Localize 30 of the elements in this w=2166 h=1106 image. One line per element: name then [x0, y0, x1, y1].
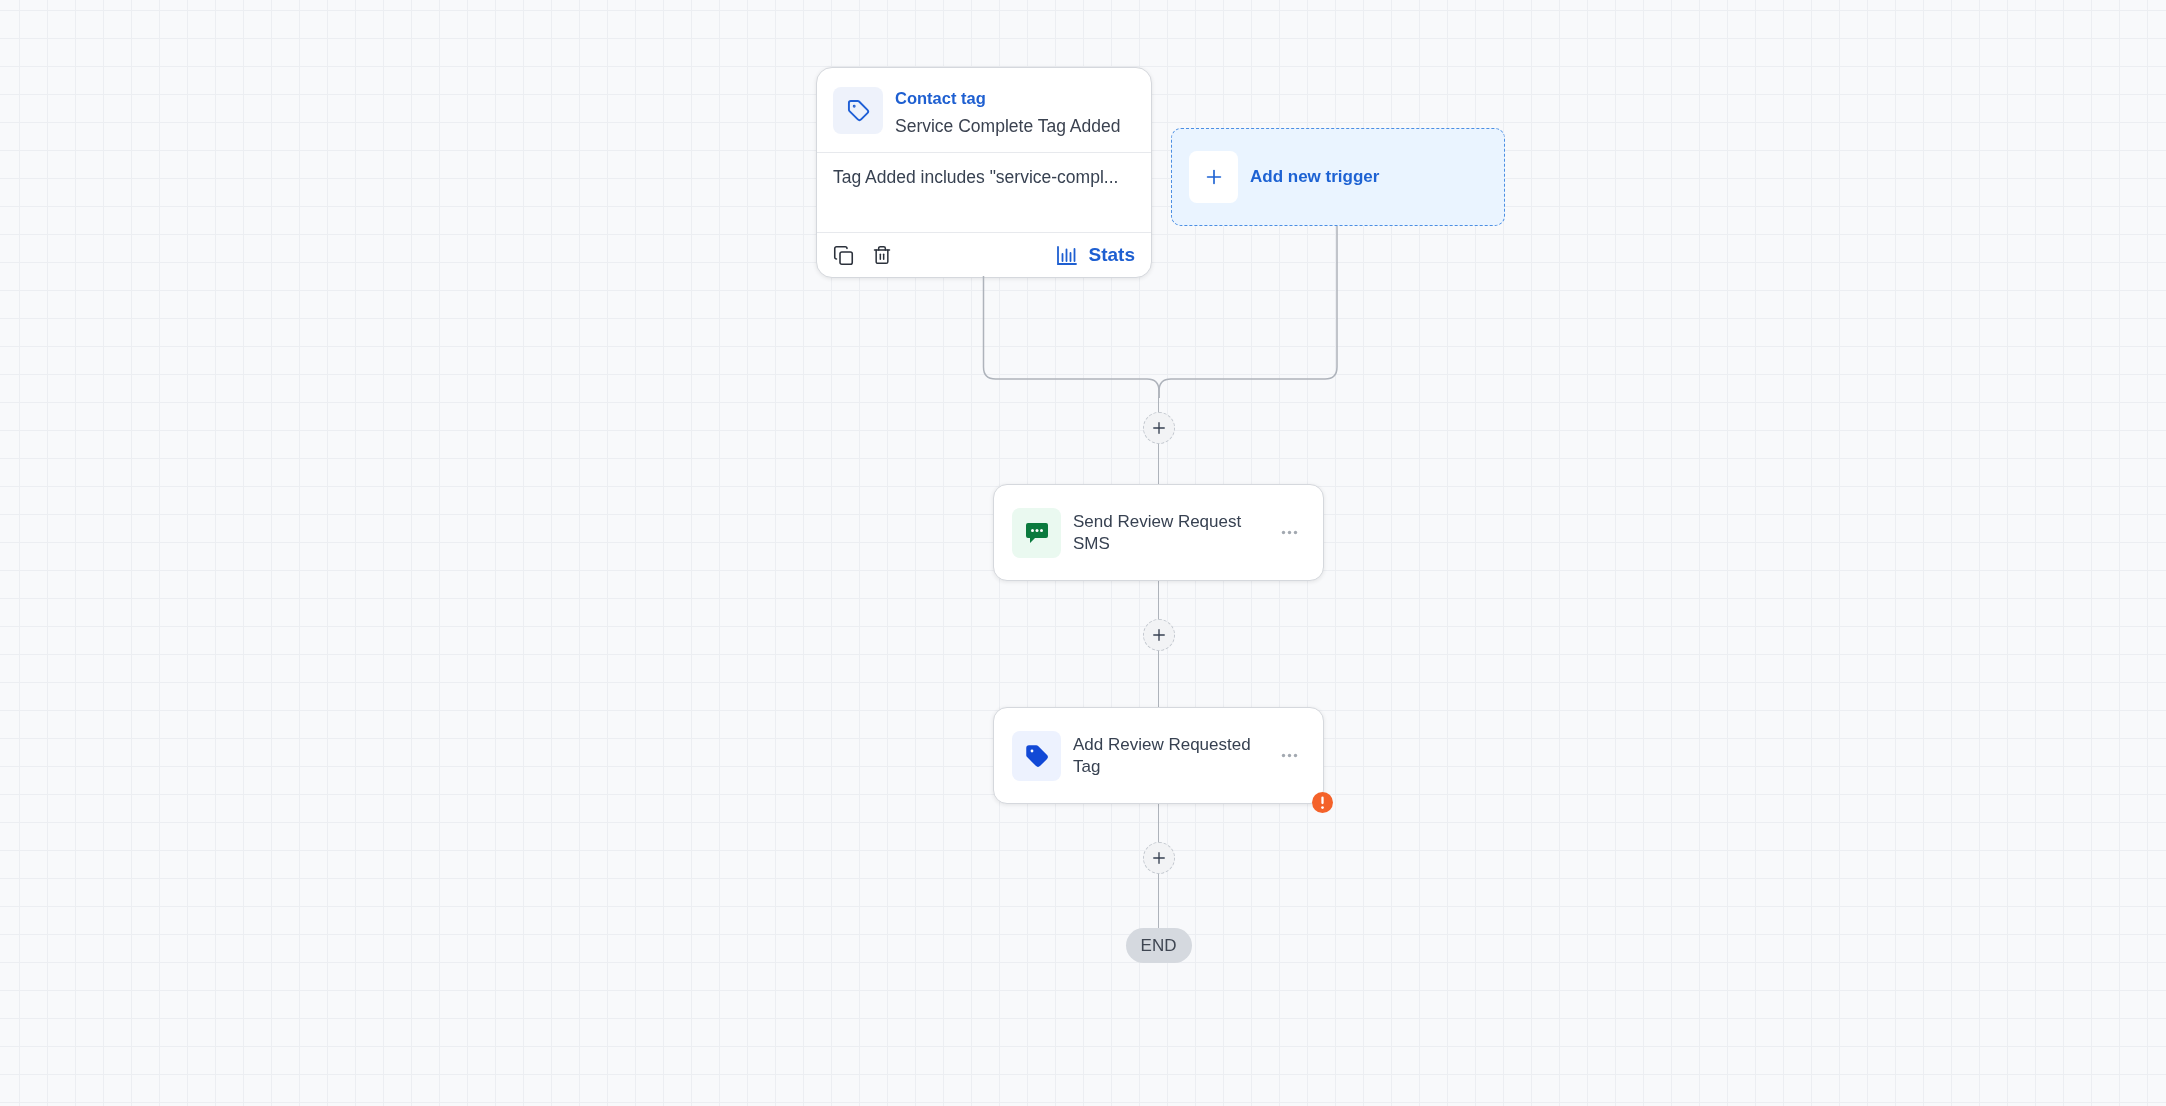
action-node[interactable]: Send Review Request SMS: [993, 484, 1324, 581]
connector-line: [1157, 874, 1160, 928]
tag-icon: [833, 87, 883, 134]
tag-icon: [1012, 730, 1061, 781]
add-step-button[interactable]: [1142, 412, 1175, 444]
condition-text: Tag Added includes "service-compl...: [833, 167, 1119, 187]
copy-icon: [833, 244, 854, 266]
connector-line: [1157, 651, 1160, 707]
action-title: Add Review Requested Tag: [1073, 733, 1252, 778]
delete-button[interactable]: [872, 245, 892, 265]
add-step-button[interactable]: [1142, 619, 1175, 651]
stats-button[interactable]: Stats: [1056, 243, 1135, 267]
trigger-subtitle: Service Complete Tag Added: [895, 115, 1121, 137]
connector-line: [1157, 581, 1160, 619]
more-icon: [1280, 530, 1298, 535]
plus-icon: [1189, 151, 1238, 203]
more-icon: [1280, 753, 1298, 758]
connector-line: [1157, 804, 1160, 842]
bar-chart-icon: [1056, 245, 1077, 265]
end-marker: END: [1125, 928, 1192, 963]
add-step-button[interactable]: [1142, 842, 1175, 874]
chat-bubble-icon: [1012, 507, 1061, 558]
copy-button[interactable]: [833, 244, 854, 266]
trash-icon: [872, 245, 892, 265]
trigger-title: Contact tag: [895, 88, 987, 108]
action-title: Send Review Request SMS: [1073, 510, 1243, 555]
add-trigger-button[interactable]: Add new trigger: [1171, 128, 1505, 226]
trigger-card[interactable]: Contact tag Service Complete Tag Added Tag Added includes "service-compl... Stats: [816, 67, 1152, 278]
action-node[interactable]: Add Review Requested Tag: [993, 707, 1324, 804]
connector-line: [1157, 444, 1160, 484]
